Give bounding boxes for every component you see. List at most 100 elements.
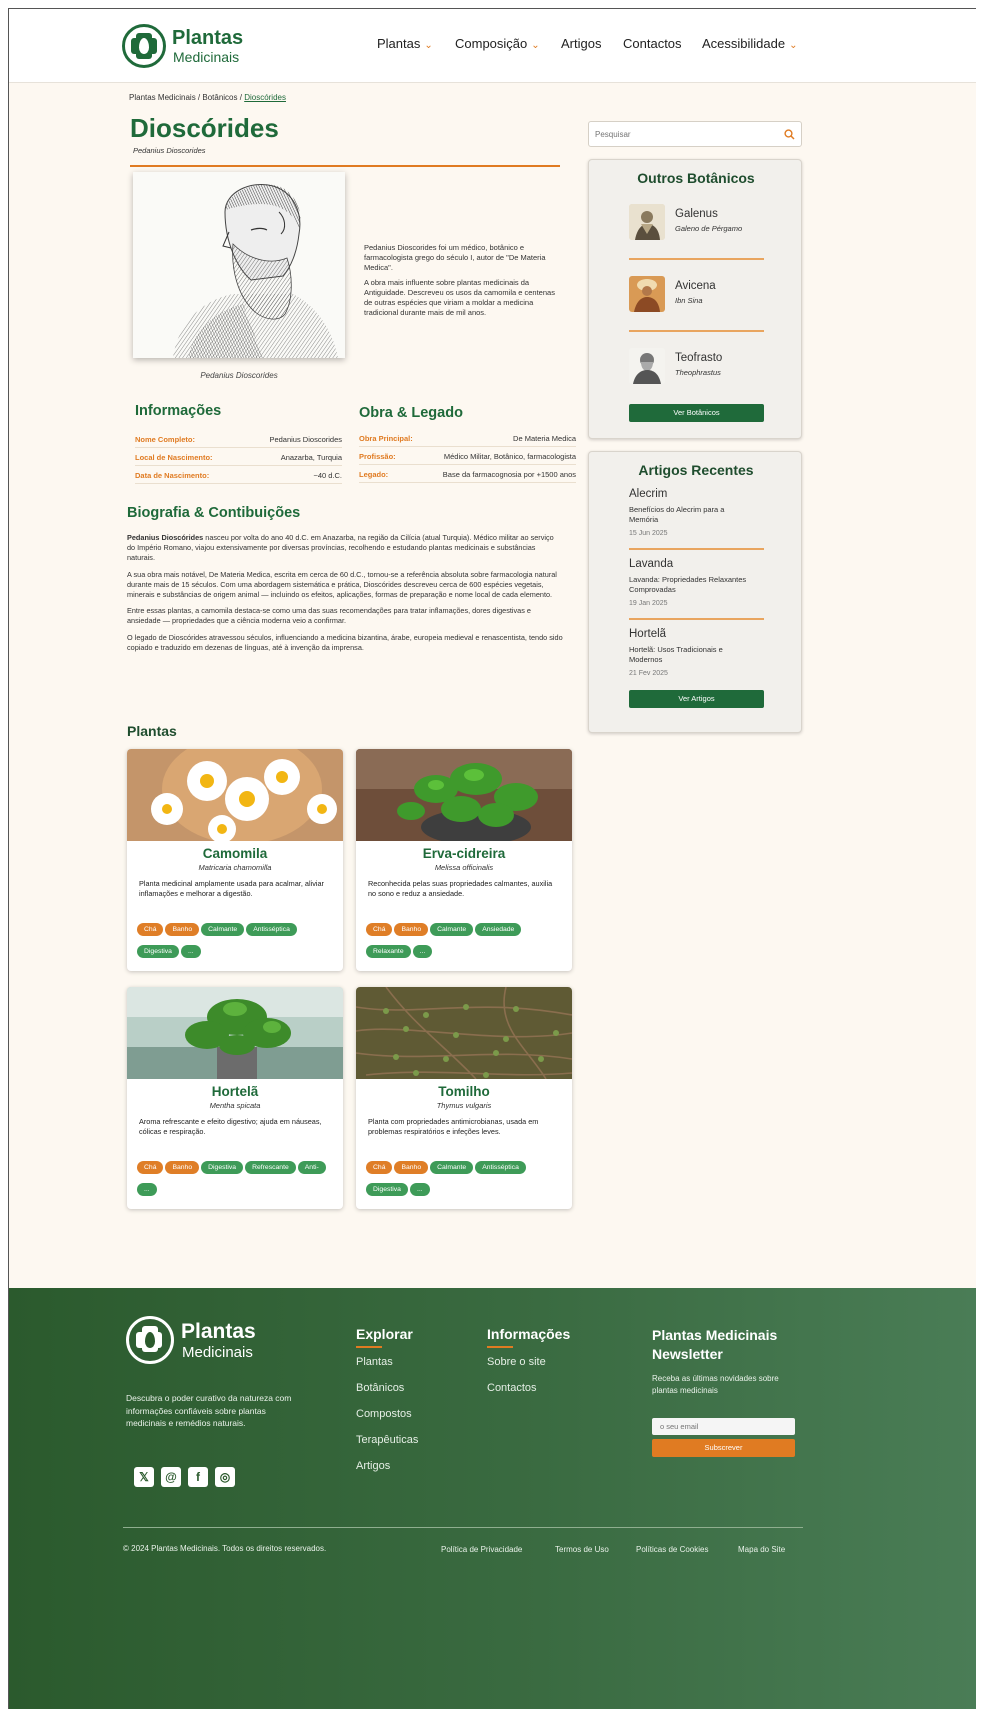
footer-link[interactable]: Artigos: [356, 1460, 390, 1472]
nav-contactos[interactable]: Contactos: [623, 36, 682, 51]
tag[interactable]: Banho: [394, 1161, 429, 1174]
tag[interactable]: ...: [412, 945, 433, 958]
tag[interactable]: ...: [180, 945, 201, 958]
copyright: © 2024 Plantas Medicinais. Todos os dire…: [123, 1544, 327, 1553]
tag[interactable]: Digestiva: [201, 1161, 244, 1174]
botanist-avatar[interactable]: [629, 348, 665, 384]
article-title[interactable]: Hortelã: [629, 628, 666, 640]
plant-description: Planta com propriedades antimicrobianas,…: [368, 1117, 539, 1136]
view-botanists-button[interactable]: Ver Botânicos: [629, 404, 764, 422]
plant-card-tomilho[interactable]: Tomilho Thymus vulgaris Planta com propr…: [356, 987, 572, 1209]
footer-logo[interactable]: Plantas Medicinais: [126, 1316, 286, 1368]
legacy-row: Profissão: Médico Militar, Botânico, farm…: [359, 449, 576, 465]
footer-link[interactable]: Compostos: [356, 1408, 412, 1420]
botanist-name[interactable]: Galenus: [675, 208, 718, 220]
legal-link-privacy[interactable]: Política de Privacidade: [441, 1545, 522, 1554]
tag[interactable]: Calmante: [201, 923, 245, 936]
tag[interactable]: Antisséptica: [246, 923, 297, 936]
logo-text-line1: Plantas: [181, 1320, 256, 1343]
legacy-heading: Obra & Legado: [359, 405, 463, 421]
breadcrumb-section[interactable]: Botânicos: [202, 93, 237, 102]
tag[interactable]: Calmante: [430, 923, 474, 936]
legacy-row: Obra Principal: De Materia Medica: [359, 431, 576, 447]
divider: [629, 618, 764, 620]
footer-link[interactable]: Botânicos: [356, 1382, 404, 1394]
botanist-name[interactable]: Avicena: [675, 280, 716, 292]
plant-name: Camomila: [202, 846, 268, 861]
nav-artigos[interactable]: Artigos: [561, 36, 601, 51]
view-articles-button[interactable]: Ver Artigos: [629, 690, 764, 708]
bio-paragraph: O legado de Dioscórides atravessou sécul…: [127, 632, 563, 652]
botanist-avatar[interactable]: [629, 204, 665, 240]
tag[interactable]: Chá: [366, 923, 393, 936]
bio-paragraph: A sua obra mais notável, De Materia Medi…: [127, 569, 557, 600]
divider: [629, 548, 764, 550]
tag[interactable]: Chá: [137, 1161, 164, 1174]
article-date: 15 Jun 2025: [629, 530, 668, 537]
plants-heading: Plantas: [127, 723, 177, 739]
page-subtitle: Pedanius Dioscorides: [133, 146, 206, 155]
plant-card-camomila[interactable]: Camomila Matricaria chamomilla Planta me…: [127, 749, 343, 971]
intro-paragraph: Pedanius Dioscorides foi um médico, botâ…: [364, 243, 546, 272]
plant-image: [127, 749, 343, 841]
bio-paragraph: Pedanius Dioscórides nasceu por volta do…: [127, 533, 554, 563]
plant-card-erva-cidreira[interactable]: Erva-cidreira Melissa officinalis Reconh…: [356, 749, 572, 971]
newsletter-heading: Plantas Medicinais Newsletter: [652, 1327, 778, 1362]
article-date: 21 Fev 2025: [629, 670, 668, 677]
tag[interactable]: Ansiedade: [475, 923, 522, 936]
legacy-row: Legado: Base da farmacognosia por +1500 a…: [359, 467, 576, 483]
tag[interactable]: Refrescante: [245, 1161, 296, 1174]
tag[interactable]: Relaxante: [366, 945, 411, 958]
legal-link-terms[interactable]: Termos de Uso: [555, 1545, 609, 1554]
tag[interactable]: Calmante: [430, 1161, 474, 1174]
site-logo[interactable]: Plantas Medicinais: [122, 23, 262, 69]
plant-description: Reconhecida pelas suas propriedades calm…: [368, 879, 553, 898]
tag[interactable]: Banho: [165, 923, 200, 936]
nav-acessibilidade[interactable]: Acessibilidade ⌄: [702, 36, 798, 51]
tag[interactable]: ...: [409, 1183, 430, 1196]
instagram-icon[interactable]: ◎: [215, 1467, 235, 1487]
plant-image: [127, 987, 343, 1079]
tag[interactable]: ...: [137, 1183, 157, 1196]
chevron-down-icon: ⌄: [424, 40, 433, 51]
botanist-subtitle: Theophrastus: [675, 368, 721, 377]
footer-link[interactable]: Sobre o site: [487, 1356, 546, 1368]
legal-link-cookies[interactable]: Políticas de Cookies: [636, 1545, 708, 1554]
tag[interactable]: Digestiva: [366, 1183, 408, 1196]
tag[interactable]: Chá: [366, 1161, 393, 1174]
threads-icon[interactable]: @: [161, 1467, 181, 1487]
tag[interactable]: Banho: [394, 923, 429, 936]
chevron-down-icon: ⌄: [531, 40, 540, 51]
recent-articles-card: Artigos Recentes Alecrim Benefícios do A…: [588, 451, 802, 733]
x-icon[interactable]: 𝕏: [134, 1467, 154, 1487]
nav-composicao[interactable]: Composição ⌄: [455, 36, 540, 51]
botanist-name[interactable]: Teofrasto: [675, 352, 722, 364]
tag[interactable]: Antisséptica: [475, 1161, 526, 1174]
facebook-icon[interactable]: f: [188, 1467, 208, 1487]
footer-explore-heading: Explorar: [356, 1326, 413, 1342]
newsletter-text: Receba as últimas novidades sobre planta…: [652, 1374, 779, 1395]
legal-link-sitemap[interactable]: Mapa do Site: [738, 1545, 785, 1554]
search-icon[interactable]: [784, 129, 795, 140]
article-title[interactable]: Lavanda: [629, 558, 673, 570]
plant-card-hortela[interactable]: Hortelã Mentha spicata Aroma refrescante…: [127, 987, 343, 1209]
article-title[interactable]: Alecrim: [629, 488, 667, 500]
footer-link[interactable]: Contactos: [487, 1382, 537, 1394]
footer-link[interactable]: Terapêuticas: [356, 1434, 418, 1446]
tag[interactable]: Digestiva: [137, 945, 179, 958]
plant-image: [356, 749, 572, 841]
breadcrumb-home[interactable]: Plantas Medicinais: [129, 93, 196, 102]
search-input[interactable]: [595, 126, 775, 142]
divider: [629, 258, 764, 260]
subscribe-button[interactable]: Subscrever: [652, 1439, 795, 1457]
botanist-avatar[interactable]: [629, 276, 665, 312]
tag[interactable]: Anti-: [297, 1161, 326, 1174]
footer-link[interactable]: Plantas: [356, 1356, 393, 1368]
nav-plantas[interactable]: Plantas ⌄: [377, 36, 433, 51]
tag[interactable]: Banho: [165, 1161, 200, 1174]
plant-tags: Chá Banho Calmante Antisséptica Digestiva...: [136, 923, 336, 967]
newsletter-email-input[interactable]: [652, 1418, 795, 1435]
tag[interactable]: Chá: [137, 923, 164, 936]
plant-scientific-name: Thymus vulgaris: [436, 1101, 492, 1110]
heading-underline: [356, 1346, 382, 1348]
